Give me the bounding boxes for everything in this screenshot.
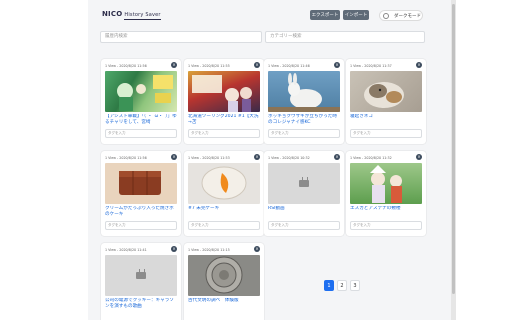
video-card[interactable]: 1 View - 2020/8/20 11:53 × #7 未完ケーキ タグを入… [184, 151, 264, 236]
tag-input[interactable]: タグを入力 [268, 221, 340, 230]
video-card[interactable]: 1 View - 2020/8/20 11:41 × 公司の電源でクッキー：キャ… [101, 243, 181, 320]
card-meta: 1 View - 2020/8/20 11:37 [350, 64, 392, 68]
video-thumbnail[interactable] [105, 163, 177, 204]
app-page: NICO History Saver エクスポート インポート ダークモード 履歴… [88, 0, 456, 320]
delete-icon[interactable]: × [171, 62, 177, 68]
tv-placeholder-icon [299, 180, 309, 187]
card-meta: 1 View - 2020/8/20 11:32 [350, 156, 392, 160]
dark-mode-toggle[interactable]: ダークモード [379, 10, 423, 21]
card-meta: 1 View - 2020/8/20 11:56 [105, 156, 147, 160]
video-title-link[interactable]: 古代文明の調べ 体験版 [188, 298, 260, 304]
video-card[interactable]: 1 View - 2020/8/20 11:55 × 北海道ツーリング2021 … [184, 59, 264, 144]
video-thumbnail[interactable] [188, 255, 260, 296]
delete-icon[interactable]: × [254, 246, 260, 252]
video-card[interactable]: 1 View - 2020/8/20 10:32 × RSI動画 タグを入力 [264, 151, 344, 236]
dark-mode-label: ダークモード [394, 13, 421, 19]
card-meta: 1 View - 2020/8/20 11:56 [105, 64, 147, 68]
logo-sub: History Saver [124, 12, 161, 20]
tag-input[interactable]: タグを入力 [105, 129, 177, 138]
delete-icon[interactable]: × [334, 62, 340, 68]
logo-main: NICO [102, 10, 123, 18]
video-title-link[interactable]: クリームがたっぷり入った焼きホのケーキ [105, 206, 177, 218]
tv-placeholder-icon [136, 272, 146, 279]
video-title-link[interactable]: 公司の電源でクッキー：キャラソンを演すもの歌曲 [105, 298, 177, 310]
video-thumbnail[interactable] [188, 71, 260, 112]
video-card[interactable]: 1 View - 2020/8/20 11:56 × 【アシスト車載】「（ ・`… [101, 59, 181, 144]
video-card[interactable]: 1 View - 2020/8/20 11:15 × 古代文明の調べ 体験版 [184, 243, 264, 320]
video-thumbnail[interactable] [105, 71, 177, 112]
video-card[interactable]: 1 View - 2020/8/20 11:32 × エスカとアステナの敷楼 タ… [346, 151, 426, 236]
video-title-link[interactable]: 【アシスト車載】「（ ・`ω・´）」ゆるチャリをして、宮崎 [105, 114, 177, 126]
card-meta: 1 View - 2020/8/20 11:53 [188, 156, 230, 160]
video-title-link[interactable]: エスカとアステナの敷楼 [350, 206, 422, 212]
video-title-link[interactable]: 北海道ツーリング2021 #1【大洗→苫 [188, 114, 260, 126]
video-thumbnail[interactable] [188, 163, 260, 204]
page-scrollbar[interactable] [451, 0, 456, 320]
import-button[interactable]: インポート [343, 10, 369, 20]
delete-icon[interactable]: × [171, 246, 177, 252]
tag-input[interactable]: タグを入力 [188, 129, 260, 138]
card-meta: 1 View - 2020/8/20 10:32 [268, 156, 310, 160]
delete-icon[interactable]: × [416, 154, 422, 160]
video-card[interactable]: 1 View - 2020/8/20 11:56 × クリームがたっぷり入った焼… [101, 151, 181, 236]
card-meta: 1 View - 2020/8/20 11:15 [188, 248, 230, 252]
delete-icon[interactable]: × [171, 154, 177, 160]
delete-icon[interactable]: × [254, 62, 260, 68]
tag-input[interactable]: タグを入力 [350, 221, 422, 230]
toggle-knob-icon [383, 12, 389, 19]
page-button-2[interactable]: 2 [337, 280, 347, 291]
video-title-link[interactable]: RSI動画 [268, 206, 340, 212]
tag-input[interactable]: タグを入力 [188, 221, 260, 230]
tag-input[interactable]: タグを入力 [350, 129, 422, 138]
tag-input[interactable]: タグを入力 [268, 129, 340, 138]
video-title-link[interactable]: ホッキョクウサギが立ちがった時のコレジャナイ感KC [268, 114, 340, 126]
app-logo: NICO History Saver [102, 10, 161, 20]
pagination: 1 2 3 [324, 280, 360, 291]
card-meta: 1 View - 2020/8/20 11:41 [105, 248, 147, 252]
page-button-3[interactable]: 3 [350, 280, 360, 291]
video-card[interactable]: 1 View - 2020/8/20 11:46 × ホッキョクウサギが立ちがっ… [264, 59, 344, 144]
thumbnail-placeholder[interactable] [105, 255, 177, 296]
tag-input[interactable]: タグを入力 [105, 221, 177, 230]
video-thumbnail[interactable] [350, 71, 422, 112]
video-title-link[interactable]: #7 未完ケーキ [188, 206, 260, 212]
video-card[interactable]: 1 View - 2020/8/20 11:37 × 寝起きネコ タグを入力 [346, 59, 426, 144]
export-button[interactable]: エクスポート [310, 10, 340, 20]
delete-icon[interactable]: × [254, 154, 260, 160]
scrollbar-thumb[interactable] [452, 4, 455, 294]
thumbnail-placeholder[interactable] [268, 163, 340, 204]
card-meta: 1 View - 2020/8/20 11:46 [268, 64, 310, 68]
video-thumbnail[interactable] [268, 71, 340, 112]
delete-icon[interactable]: × [334, 154, 340, 160]
video-thumbnail[interactable] [350, 163, 422, 204]
category-search-input[interactable]: カテゴリー検索 [265, 31, 425, 43]
delete-icon[interactable]: × [416, 62, 422, 68]
video-title-link[interactable]: 寝起きネコ [350, 114, 422, 120]
history-search-input[interactable]: 履歴内検索 [100, 31, 262, 43]
page-button-1[interactable]: 1 [324, 280, 334, 291]
card-meta: 1 View - 2020/8/20 11:55 [188, 64, 230, 68]
